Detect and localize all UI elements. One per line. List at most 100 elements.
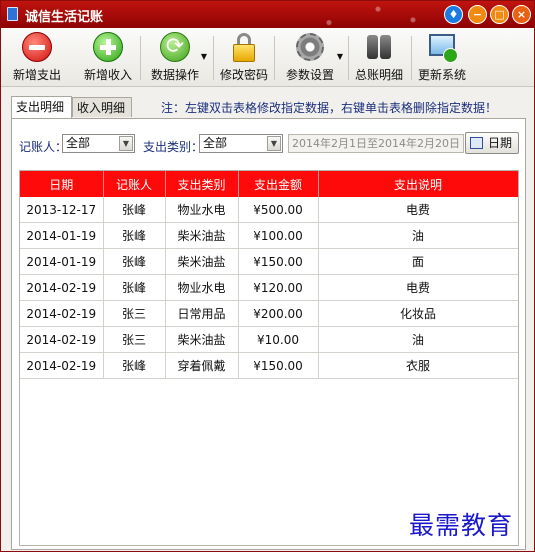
lock-icon — [228, 31, 260, 63]
table-row[interactable]: 2014-02-19 张三 日常用品 ¥200.00 化妆品 — [20, 300, 518, 327]
plus-circle-icon — [93, 32, 123, 62]
table-row[interactable]: 2014-01-19 张峰 柴米油盐 ¥150.00 面 — [20, 248, 518, 275]
watermark: 最需教育 — [409, 511, 514, 540]
window-title: 诚信生活记账 — [25, 10, 104, 25]
cell-person[interactable]: 张峰 — [103, 222, 166, 249]
cell-amount[interactable]: ¥200.00 — [238, 300, 319, 327]
ledger-details-button[interactable]: 总账明细 — [351, 31, 407, 83]
cell-amount[interactable]: ¥500.00 — [238, 197, 319, 223]
maximize-button[interactable]: □ — [490, 5, 509, 24]
settings-button[interactable]: 参数设置 ▼ — [279, 31, 343, 83]
category-select[interactable]: 全部 ▼ — [199, 134, 283, 153]
cell-note[interactable]: 面 — [318, 248, 518, 275]
cell-person[interactable]: 张峰 — [103, 248, 166, 275]
cell-date[interactable]: 2014-02-19 — [20, 274, 104, 301]
cell-person[interactable]: 张三 — [103, 300, 166, 327]
table-body: 2013-12-17 张峰 物业水电 ¥500.00 电费 2014-01-19… — [20, 197, 518, 379]
title-decoration — [301, 1, 441, 28]
column-header-category[interactable]: 支出类别 — [165, 171, 239, 197]
cell-date[interactable]: 2014-02-19 — [20, 300, 104, 327]
chevron-down-icon[interactable]: ▼ — [201, 52, 207, 61]
cell-person[interactable]: 张峰 — [103, 274, 166, 301]
cell-note[interactable]: 电费 — [318, 274, 518, 301]
toolbar-divider — [348, 36, 349, 80]
date-range-field[interactable]: 2014年2月1日至2014年2月20日 — [288, 134, 464, 153]
chevron-down-icon[interactable]: ▼ — [267, 136, 281, 151]
close-button[interactable]: × — [512, 5, 531, 24]
cell-person[interactable]: 张峰 — [103, 197, 166, 223]
column-header-date[interactable]: 日期 — [20, 171, 104, 197]
table-header-row: 日期 记账人 支出类别 支出金额 支出说明 — [20, 171, 518, 197]
cell-amount[interactable]: ¥150.00 — [238, 248, 319, 275]
settings-label: 参数设置 — [285, 68, 334, 82]
cell-date[interactable]: 2014-01-19 — [20, 248, 104, 275]
binoculars-icon — [363, 31, 395, 63]
table-row[interactable]: 2014-02-19 张峰 穿着佩戴 ¥150.00 衣服 — [20, 352, 518, 379]
add-income-button[interactable]: 新增收入 — [78, 31, 138, 83]
minimize-button[interactable]: − — [468, 5, 487, 24]
cell-category[interactable]: 物业水电 — [165, 197, 239, 223]
ledger-details-label: 总账明细 — [354, 68, 403, 82]
tab-expense-details[interactable]: 支出明细 — [11, 96, 72, 118]
skin-icon: ♦ — [448, 8, 459, 21]
table-row[interactable]: 2014-01-19 张峰 柴米油盐 ¥100.00 油 — [20, 222, 518, 249]
cell-date[interactable]: 2013-12-17 — [20, 197, 104, 223]
toolbar-divider — [213, 36, 214, 80]
toolbar-divider — [140, 36, 141, 80]
change-password-button[interactable]: 修改密码 — [216, 31, 272, 83]
sync-icon — [160, 32, 190, 62]
table-row[interactable]: 2014-02-19 张峰 物业水电 ¥120.00 电费 — [20, 274, 518, 301]
cell-date[interactable]: 2014-02-19 — [20, 352, 104, 379]
tab-income-details[interactable]: 收入明细 — [72, 97, 132, 117]
chevron-down-icon[interactable]: ▼ — [337, 52, 343, 61]
cell-category[interactable]: 柴米油盐 — [165, 248, 239, 275]
data-operations-button[interactable]: 数据操作 ▼ — [145, 31, 207, 83]
cell-note[interactable]: 油 — [318, 222, 518, 249]
column-header-note[interactable]: 支出说明 — [318, 171, 518, 197]
column-header-person[interactable]: 记账人 — [103, 171, 166, 197]
category-filter-label: 支出类别： — [143, 140, 204, 154]
person-filter-label: 记账人： — [19, 140, 68, 154]
person-select-value: 全部 — [66, 136, 91, 150]
table-row[interactable]: 2013-12-17 张峰 物业水电 ¥500.00 电费 — [20, 197, 518, 223]
add-income-label: 新增收入 — [83, 68, 132, 82]
cell-amount[interactable]: ¥100.00 — [238, 222, 319, 249]
toolbar-divider — [274, 36, 275, 80]
add-expense-button[interactable]: 新增支出 — [7, 31, 67, 83]
cell-date[interactable]: 2014-01-19 — [20, 222, 104, 249]
cell-category[interactable]: 柴米油盐 — [165, 326, 239, 353]
toolbar-divider — [411, 36, 412, 80]
cell-person[interactable]: 张峰 — [103, 352, 166, 379]
cell-category[interactable]: 日常用品 — [165, 300, 239, 327]
date-button[interactable]: 日期 — [465, 132, 519, 154]
add-expense-label: 新增支出 — [12, 68, 61, 82]
update-system-button[interactable]: 更新系统 — [414, 31, 470, 83]
gear-icon — [296, 33, 324, 61]
cell-note[interactable]: 化妆品 — [318, 300, 518, 327]
title-bar[interactable]: 诚信生活记账 ♦ − □ × — [1, 1, 534, 28]
cell-amount[interactable]: ¥10.00 — [238, 326, 319, 353]
chevron-down-icon[interactable]: ▼ — [119, 136, 133, 151]
data-operations-label: 数据操作 — [150, 68, 199, 82]
cell-person[interactable]: 张三 — [103, 326, 166, 353]
skin-button[interactable]: ♦ — [444, 5, 463, 24]
cell-category[interactable]: 物业水电 — [165, 274, 239, 301]
cell-date[interactable]: 2014-02-19 — [20, 326, 104, 353]
usage-hint: 注：左键双击表格修改指定数据，右键单击表格删除指定数据！ — [161, 101, 498, 115]
cell-category[interactable]: 穿着佩戴 — [165, 352, 239, 379]
minus-circle-icon — [22, 32, 52, 62]
table-row[interactable]: 2014-02-19 张三 柴米油盐 ¥10.00 油 — [20, 326, 518, 353]
category-select-value: 全部 — [203, 136, 228, 150]
person-select[interactable]: 全部 ▼ — [62, 134, 135, 153]
cell-amount[interactable]: ¥120.00 — [238, 274, 319, 301]
cell-category[interactable]: 柴米油盐 — [165, 222, 239, 249]
column-header-amount[interactable]: 支出金额 — [238, 171, 319, 197]
toolbar: 新增支出 新增收入 数据操作 ▼ 修改密码 参数设置 ▼ — [1, 28, 534, 87]
expense-table[interactable]: 日期 记账人 支出类别 支出金额 支出说明 2013-12-17 张峰 物业水电… — [19, 170, 519, 546]
app-window: 诚信生活记账 ♦ − □ × 新增支出 新增收入 数据操作 ▼ 修改密码 — [0, 0, 535, 552]
change-password-label: 修改密码 — [219, 68, 268, 82]
cell-note[interactable]: 油 — [318, 326, 518, 353]
cell-note[interactable]: 电费 — [318, 197, 518, 223]
cell-amount[interactable]: ¥150.00 — [238, 352, 319, 379]
cell-note[interactable]: 衣服 — [318, 352, 518, 379]
